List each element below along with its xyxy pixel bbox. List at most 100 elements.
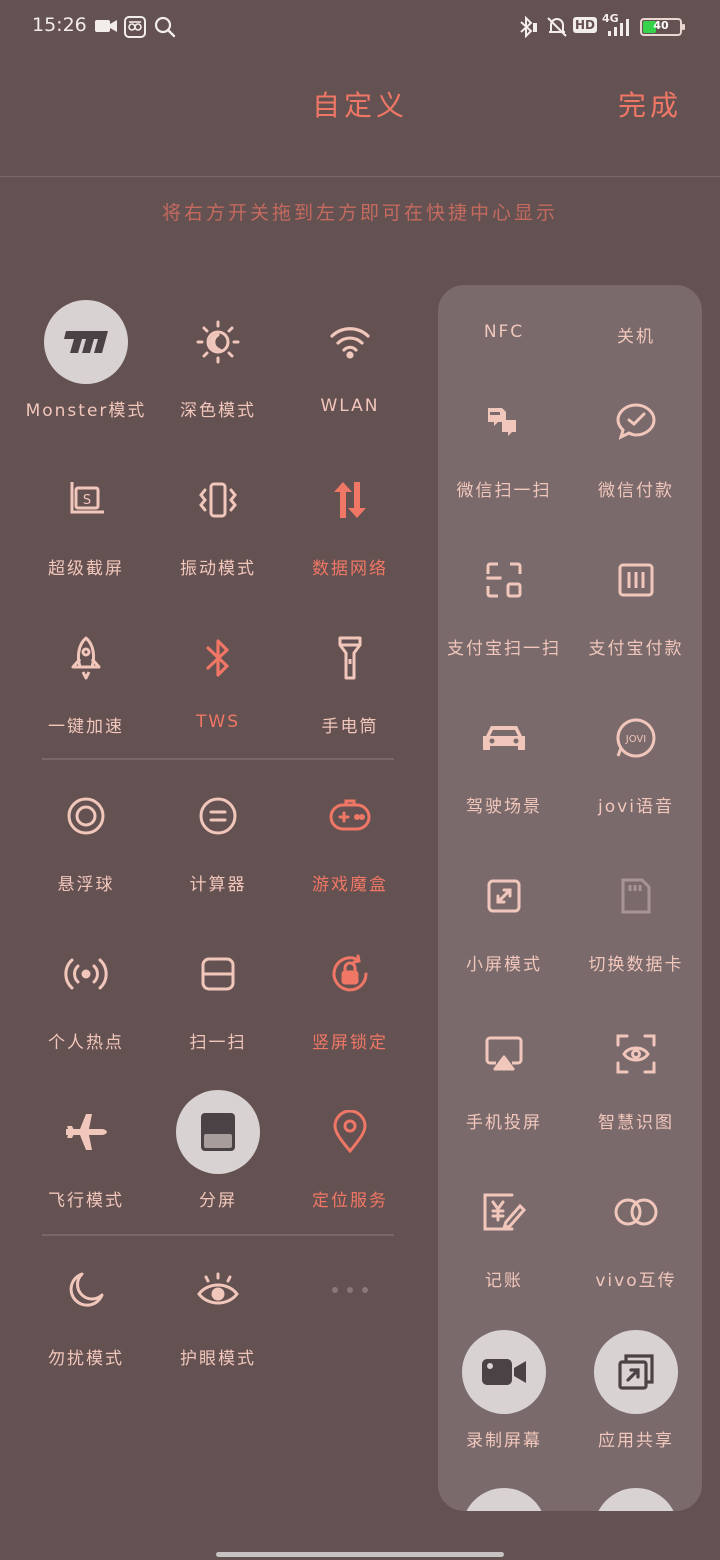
hd-badge: HD — [573, 17, 598, 33]
battery-level: 40 — [653, 19, 669, 32]
tile-label: 应用共享 — [598, 1431, 674, 1451]
airplane-icon — [44, 1090, 128, 1174]
hotspot-icon — [44, 932, 128, 1016]
hidden-tile-icon — [462, 1488, 546, 1511]
battery-icon: 40 — [640, 18, 685, 36]
tile-label: 数据网络 — [312, 559, 388, 579]
tile-vibrate-mode[interactable]: 振动模式 — [153, 458, 283, 608]
tile-partially-visible[interactable] — [438, 1488, 570, 1511]
tile-flashlight[interactable]: 手电筒 — [285, 616, 415, 766]
tile-label: 一键加速 — [48, 717, 124, 737]
page-title: 自定义 — [311, 89, 408, 122]
tile-label: 护眼模式 — [180, 1349, 256, 1369]
tile-label: vivo互传 — [595, 1271, 677, 1291]
bookkeeping-icon — [462, 1170, 546, 1254]
tile-floating-ball[interactable]: 悬浮球 — [21, 774, 151, 924]
tile-location[interactable]: 定位服务 — [285, 1090, 415, 1240]
app-share-icon — [594, 1330, 678, 1414]
tile-hotspot[interactable]: 个人热点 — [21, 932, 151, 1082]
tile-calculator[interactable]: 计算器 — [153, 774, 283, 924]
tile-wlan[interactable]: WLAN — [285, 300, 415, 450]
alipay-scan-icon — [462, 538, 546, 622]
small-screen-icon — [462, 854, 546, 938]
image-recognition-icon — [594, 1012, 678, 1096]
tile-game-box[interactable]: 游戏魔盒 — [285, 774, 415, 924]
tile-screen-record[interactable]: 录制屏幕 — [438, 1330, 570, 1480]
svg-text:S: S — [83, 493, 91, 508]
tile-label: 切换数据卡 — [588, 955, 684, 975]
video-camera-status-icon — [94, 16, 118, 40]
more-dots-icon — [308, 1248, 392, 1332]
tile-label: 勿扰模式 — [48, 1349, 124, 1369]
tile-switch-data-card[interactable]: 切换数据卡 — [570, 854, 702, 1004]
tile-do-not-disturb[interactable]: 勿扰模式 — [21, 1248, 151, 1398]
tile-super-screenshot[interactable]: S 超级截屏 — [21, 458, 151, 608]
tile-label: 深色模式 — [180, 401, 256, 421]
moon-icon — [44, 1248, 128, 1332]
home-indicator[interactable] — [216, 1552, 504, 1557]
tile-monster-mode[interactable]: Monster模式 — [21, 300, 151, 450]
wechat-scan-icon — [462, 380, 546, 464]
tile-eye-protection[interactable]: 护眼模式 — [153, 1248, 283, 1398]
tile-label: 微信扫一扫 — [456, 481, 552, 501]
tile-label: 记账 — [485, 1271, 523, 1291]
status-bar: 15:26 HD 4G 40 — [0, 0, 720, 56]
tile-alipay-pay[interactable]: 支付宝付款 — [570, 538, 702, 688]
wifi-icon — [308, 300, 392, 384]
tile-app-share[interactable]: 应用共享 — [570, 1330, 702, 1480]
tile-label: 支付宝付款 — [588, 639, 684, 659]
tile-label: Monster模式 — [25, 401, 147, 421]
tile-partially-visible[interactable] — [570, 1488, 702, 1511]
done-button[interactable]: 完成 — [600, 84, 700, 124]
header-divider — [0, 176, 720, 177]
tile-scan[interactable]: 扫一扫 — [153, 932, 283, 1082]
tile-screen-cast[interactable]: 手机投屏 — [438, 1012, 570, 1162]
tile-dark-mode[interactable]: 深色模式 — [153, 300, 283, 450]
tile-boost[interactable]: 一键加速 — [21, 616, 151, 766]
scan-icon — [176, 932, 260, 1016]
monster-logo-icon — [44, 300, 128, 384]
tile-wechat-scan[interactable]: 微信扫一扫 — [438, 380, 570, 530]
drag-hint: 将右方开关拖到左方即可在快捷中心显示 — [161, 202, 558, 224]
tile-label: 支付宝扫一扫 — [447, 639, 561, 659]
section-divider — [42, 1234, 394, 1236]
tile-bookkeeping[interactable]: 记账 — [438, 1170, 570, 1320]
available-tiles-panel[interactable]: NFC 关机 微信扫一扫 微信付款 支付宝扫一扫 支付宝付款 驾驶场景 JOVI… — [438, 285, 702, 1511]
tile-label: 录制屏幕 — [466, 1431, 542, 1451]
tile-label: 微信付款 — [598, 481, 674, 501]
tile-airplane-mode[interactable]: 飞行模式 — [21, 1090, 151, 1240]
tile-rotation-lock[interactable]: 竖屏锁定 — [285, 932, 415, 1082]
bluetooth-status-icon — [518, 15, 538, 42]
calculator-icon — [176, 774, 260, 858]
rotation-lock-icon — [308, 932, 392, 1016]
sim-card-icon — [594, 854, 678, 938]
flashlight-icon — [308, 616, 392, 700]
vivo-share-icon — [594, 1170, 678, 1254]
eye-icon — [176, 1248, 260, 1332]
tile-label: 竖屏锁定 — [312, 1033, 388, 1053]
floating-ball-icon — [44, 774, 128, 858]
tile-alipay-scan[interactable]: 支付宝扫一扫 — [438, 538, 570, 688]
tile-vivo-share[interactable]: vivo互传 — [570, 1170, 702, 1320]
tile-label: jovi语音 — [598, 797, 674, 817]
hidden-tile-icon — [594, 1488, 678, 1511]
svg-text:JOVI: JOVI — [625, 734, 646, 745]
tile-wechat-pay[interactable]: 微信付款 — [570, 380, 702, 530]
vibrate-icon — [176, 458, 260, 542]
tile-smart-image-recognition[interactable]: 智慧识图 — [570, 1012, 702, 1162]
tile-mobile-data[interactable]: 数据网络 — [285, 458, 415, 608]
tile-label: WLAN — [320, 396, 380, 416]
tile-label: NFC — [483, 322, 525, 342]
tile-tws[interactable]: TWS — [153, 616, 283, 766]
tile-driving-scene[interactable]: 驾驶场景 — [438, 696, 570, 846]
tile-label: 手电筒 — [321, 717, 379, 737]
tile-split-screen[interactable]: 分屏 — [153, 1090, 283, 1240]
tile-label: 游戏魔盒 — [312, 875, 388, 895]
tile-jovi-voice[interactable]: JOVI jovi语音 — [570, 696, 702, 846]
bluetooth-icon — [176, 616, 260, 700]
search-status-icon — [154, 16, 176, 42]
gamepad-icon — [308, 774, 392, 858]
tile-small-screen[interactable]: 小屏模式 — [438, 854, 570, 1004]
mute-status-icon — [546, 16, 568, 42]
tile-label: 小屏模式 — [466, 955, 542, 975]
